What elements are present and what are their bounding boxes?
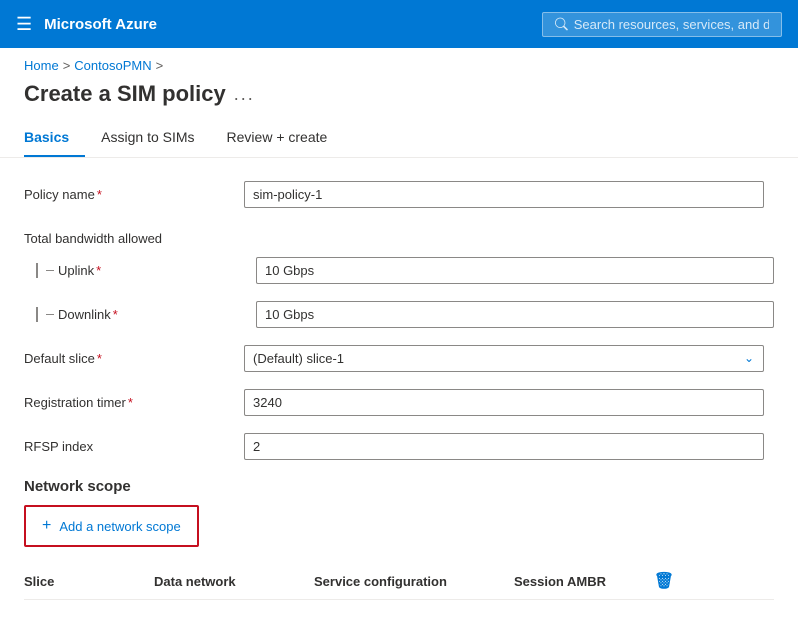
app-title: Microsoft Azure xyxy=(44,16,530,33)
col-header-slice: Slice xyxy=(24,574,154,589)
breadcrumb-home[interactable]: Home xyxy=(24,58,59,73)
tabs-container: Basics Assign to SIMs Review + create xyxy=(0,119,798,158)
add-network-scope-button[interactable]: + Add a network scope xyxy=(24,505,199,547)
uplink-label: Uplink* xyxy=(36,263,256,278)
default-slice-label: Default slice* xyxy=(24,351,244,366)
rfsp-index-label: RFSP index xyxy=(24,439,244,454)
tab-assign-to-sims[interactable]: Assign to SIMs xyxy=(101,119,210,157)
page-options-button[interactable]: ... xyxy=(234,84,255,105)
search-box[interactable] xyxy=(542,12,782,37)
topbar: ☰ Microsoft Azure xyxy=(0,0,798,48)
default-slice-select[interactable]: (Default) slice-1 xyxy=(244,345,764,372)
registration-timer-label: Registration timer* xyxy=(24,395,244,410)
add-network-scope-label: Add a network scope xyxy=(59,519,180,534)
downlink-label: Downlink* xyxy=(36,307,256,322)
network-scope-section-header: Network scope xyxy=(24,478,774,495)
bandwidth-label-row: Total bandwidth allowed xyxy=(24,222,774,254)
registration-timer-input[interactable] xyxy=(244,389,764,416)
tab-review-create[interactable]: Review + create xyxy=(227,119,344,157)
breadcrumb: Home > ContosoPMN > xyxy=(0,48,798,77)
rfsp-index-input[interactable] xyxy=(244,433,764,460)
col-header-delete: 🗑 xyxy=(644,571,684,591)
col-header-session-ambr: Session AMBR xyxy=(514,574,644,589)
col-header-service-config: Service configuration xyxy=(314,574,514,589)
uplink-input[interactable] xyxy=(256,257,774,284)
breadcrumb-sep2: > xyxy=(156,58,164,73)
search-input[interactable] xyxy=(574,17,769,32)
downlink-row: Downlink* xyxy=(24,298,774,330)
delete-icon[interactable]: 🗑 xyxy=(654,573,674,590)
page-title: Create a SIM policy xyxy=(24,81,226,107)
breadcrumb-contoso[interactable]: ContosoPMN xyxy=(74,58,151,73)
uplink-row: Uplink* xyxy=(24,254,774,286)
policy-name-required: * xyxy=(97,187,102,202)
default-slice-row: Default slice* (Default) slice-1 ⌄ xyxy=(24,342,774,374)
tab-basics[interactable]: Basics xyxy=(24,119,85,157)
page-title-row: Create a SIM policy ... xyxy=(0,77,798,119)
col-header-data-network: Data network xyxy=(154,574,314,589)
rfsp-index-row: RFSP index xyxy=(24,430,774,462)
breadcrumb-sep1: > xyxy=(63,58,71,73)
network-scope-table-header: Slice Data network Service configuration… xyxy=(24,563,774,600)
default-slice-select-wrapper: (Default) slice-1 ⌄ xyxy=(244,345,764,372)
policy-name-row: Policy name* xyxy=(24,178,774,210)
registration-timer-row: Registration timer* xyxy=(24,386,774,418)
hamburger-icon[interactable]: ☰ xyxy=(16,14,32,35)
policy-name-input[interactable] xyxy=(244,181,764,208)
policy-name-label: Policy name* xyxy=(24,187,244,202)
plus-icon: + xyxy=(42,517,51,535)
content-area: Policy name* Total bandwidth allowed Upl… xyxy=(0,158,798,620)
search-icon xyxy=(555,17,568,31)
downlink-input[interactable] xyxy=(256,301,774,328)
bandwidth-label: Total bandwidth allowed xyxy=(24,231,244,246)
